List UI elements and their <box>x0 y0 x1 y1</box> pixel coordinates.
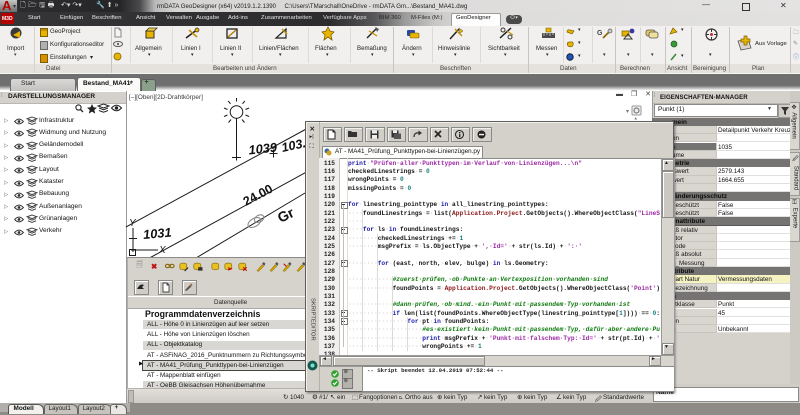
svg-text:▾: ▾ <box>626 109 629 115</box>
svg-text:Gr: Gr <box>275 204 297 226</box>
svg-text:24.00: 24.00 <box>241 182 275 209</box>
svg-text:103.: 103. <box>280 136 307 155</box>
svg-text:1039: 1039 <box>248 139 279 157</box>
svg-text:G: G <box>597 30 603 37</box>
svg-text:X: X <box>158 245 166 256</box>
svg-text:Y: Y <box>129 218 137 229</box>
svg-text:1031: 1031 <box>142 225 172 242</box>
